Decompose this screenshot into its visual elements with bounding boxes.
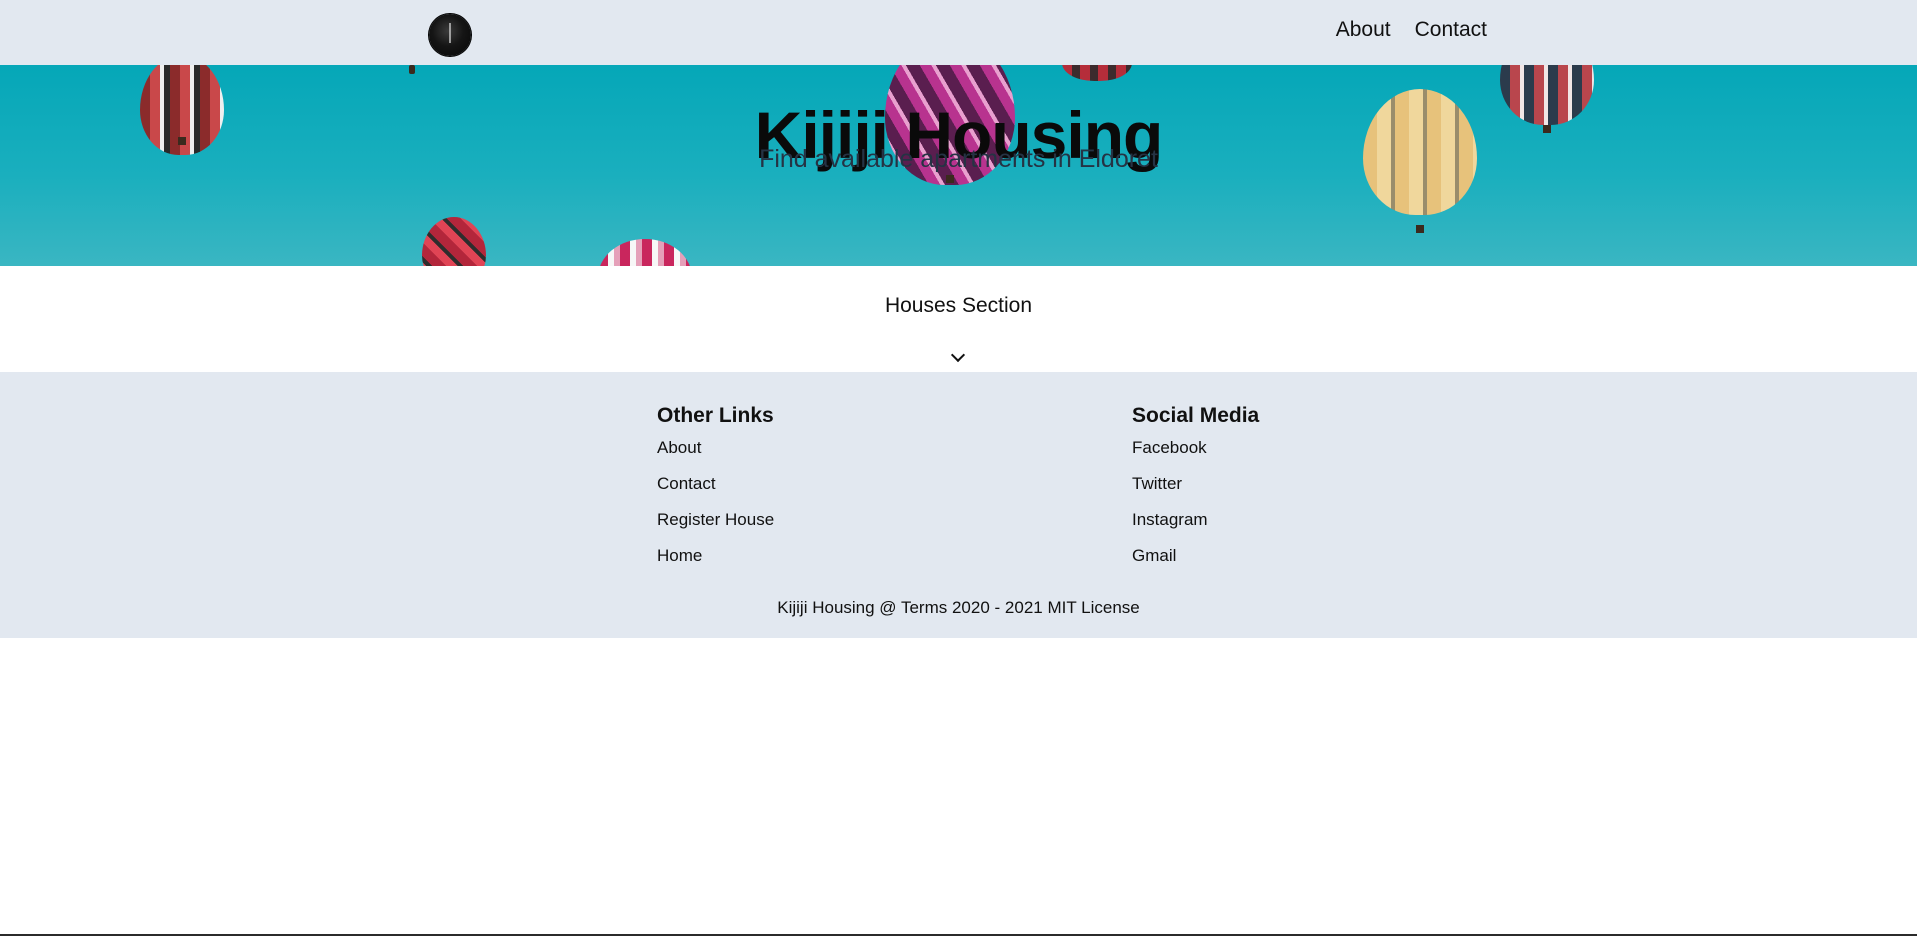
houses-section: Houses Section (0, 266, 1917, 372)
chevron-down-icon[interactable] (950, 347, 966, 363)
footer-link-gmail[interactable]: Gmail (1132, 546, 1259, 566)
navbar: About Contact (0, 0, 1917, 65)
hero-subtitle: Find available apartments in Eldoret (759, 145, 1158, 173)
social-media-heading: Social Media (1132, 404, 1260, 427)
footer-link-twitter[interactable]: Twitter (1132, 474, 1259, 494)
footer-link-facebook[interactable]: Facebook (1132, 438, 1259, 458)
balloon-image (1062, 65, 1132, 81)
footer-link-register-house[interactable]: Register House (657, 510, 774, 530)
hero-banner: Kijiji Housing Find available apartments… (0, 65, 1917, 266)
nav-link-contact[interactable]: Contact (1415, 18, 1487, 42)
logo-icon[interactable] (429, 14, 471, 56)
other-links-column: Other Links About Contact Register House… (657, 404, 774, 582)
footer-link-about[interactable]: About (657, 438, 774, 458)
balloon-image (598, 239, 692, 266)
balloon-image (422, 217, 486, 266)
footer-link-instagram[interactable]: Instagram (1132, 510, 1259, 530)
copyright-text: Kijiji Housing @ Terms 2020 - 2021 MIT L… (777, 598, 1140, 617)
nav-links: About Contact (1336, 18, 1487, 42)
footer-link-contact[interactable]: Contact (657, 474, 774, 494)
other-links-heading: Other Links (657, 404, 774, 427)
houses-section-title: Houses Section (884, 294, 1033, 317)
balloon-basket (409, 65, 415, 74)
nav-link-about[interactable]: About (1336, 18, 1391, 42)
footer: Other Links About Contact Register House… (0, 372, 1917, 638)
social-media-column: Social Media Facebook Twitter Instagram … (1132, 404, 1259, 582)
footer-link-home[interactable]: Home (657, 546, 774, 566)
